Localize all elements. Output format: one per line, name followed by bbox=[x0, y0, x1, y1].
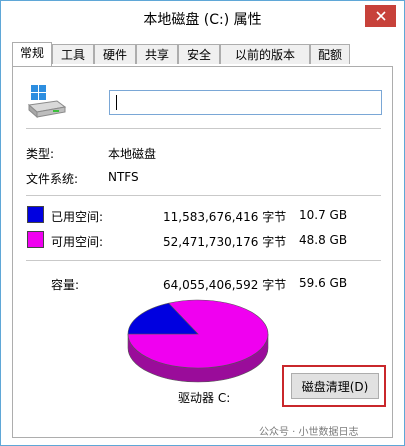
free-space-size: 48.8 GB bbox=[299, 233, 348, 247]
tab-quota[interactable]: 配额 bbox=[310, 44, 350, 64]
used-space-swatch bbox=[27, 206, 44, 223]
tab-tools[interactable]: 工具 bbox=[52, 44, 94, 64]
drive-name-input[interactable] bbox=[109, 90, 382, 115]
usage-pie-chart bbox=[127, 299, 269, 383]
type-value: 本地磁盘 bbox=[108, 147, 157, 161]
capacity-label: 容量: bbox=[51, 278, 80, 292]
watermark: 公众号 · 小世数据日志 bbox=[259, 427, 359, 438]
used-space-label: 已用空间: bbox=[51, 210, 104, 224]
window-title: 本地磁盘 (C:) 属性 bbox=[143, 12, 262, 28]
filesystem-label: 文件系统: bbox=[26, 172, 79, 186]
tab-previous-versions[interactable]: 以前的版本 bbox=[220, 44, 310, 64]
general-panel: 类型: 本地磁盘 文件系统: NTFS 已用空间: 11,583,676,416… bbox=[12, 66, 393, 438]
type-label: 类型: bbox=[26, 147, 55, 161]
tab-hardware[interactable]: 硬件 bbox=[94, 44, 136, 64]
free-space-bytes: 52,471,730,176 字节 bbox=[163, 235, 287, 249]
used-space-bytes: 11,583,676,416 字节 bbox=[163, 210, 287, 224]
text-caret bbox=[116, 95, 117, 110]
tab-security[interactable]: 安全 bbox=[178, 44, 220, 64]
capacity-bytes: 64,055,406,592 字节 bbox=[163, 278, 287, 292]
filesystem-value: NTFS bbox=[108, 170, 139, 184]
disk-cleanup-button[interactable]: 磁盘清理(D) bbox=[291, 373, 379, 399]
properties-window: 本地磁盘 (C:) 属性 常规 工具 硬件 共享 安全 以前的版本 配额 类型: bbox=[0, 0, 405, 446]
tab-general[interactable]: 常规 bbox=[12, 42, 52, 66]
used-space-size: 10.7 GB bbox=[299, 208, 348, 222]
drive-icon bbox=[27, 85, 67, 119]
tab-sharing[interactable]: 共享 bbox=[136, 44, 178, 64]
drive-label: 驱动器 C: bbox=[178, 391, 231, 405]
free-space-label: 可用空间: bbox=[51, 235, 104, 249]
capacity-size: 59.6 GB bbox=[299, 276, 348, 290]
close-icon bbox=[375, 11, 386, 21]
separator bbox=[26, 128, 381, 129]
separator bbox=[26, 195, 381, 196]
title-bar[interactable]: 本地磁盘 (C:) 属性 bbox=[1, 1, 404, 34]
close-button[interactable] bbox=[365, 5, 396, 27]
separator bbox=[26, 260, 381, 261]
free-space-swatch bbox=[27, 231, 44, 248]
